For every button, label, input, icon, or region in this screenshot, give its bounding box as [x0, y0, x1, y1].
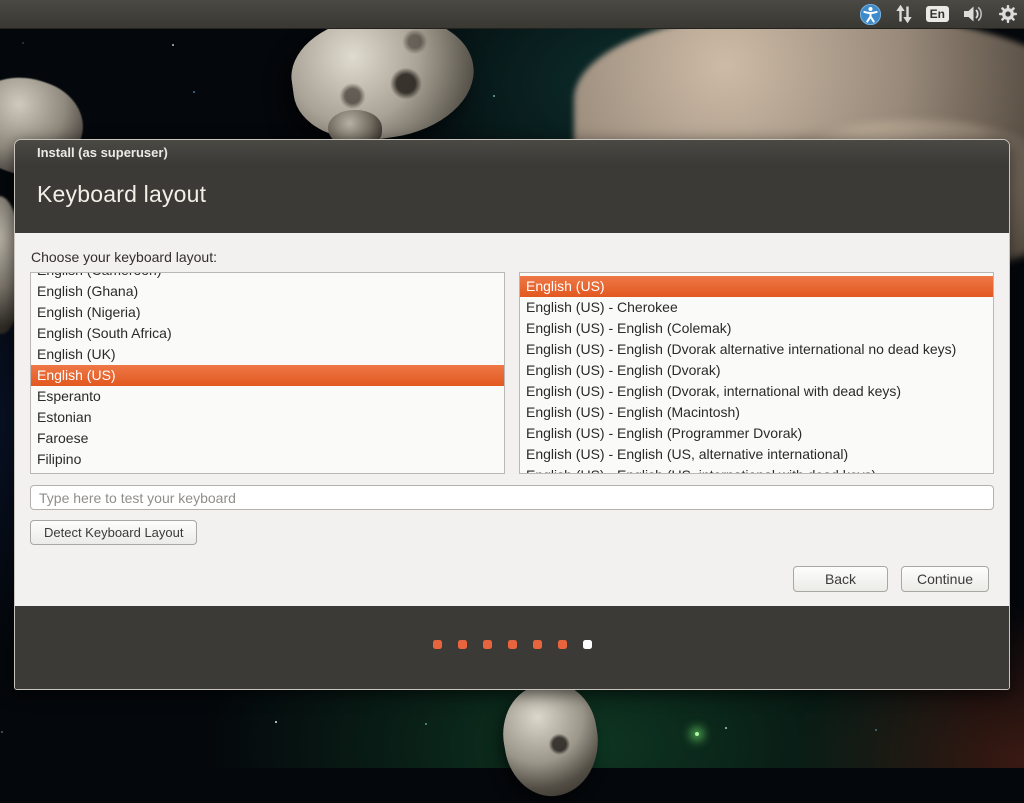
detect-keyboard-button[interactable]: Detect Keyboard Layout	[30, 520, 197, 545]
variant-option[interactable]: English (US) - English (US, internationa…	[520, 465, 993, 474]
back-button[interactable]: Back	[793, 566, 888, 592]
variant-list[interactable]: English (US)English (US) - CherokeeEngli…	[519, 272, 994, 474]
variant-option[interactable]: English (US) - English (Colemak)	[520, 318, 993, 339]
star-glow	[695, 732, 699, 736]
layout-option[interactable]: English (Cameroon)	[31, 272, 504, 281]
layout-option[interactable]: English (UK)	[31, 344, 504, 365]
variant-list-items: English (US)English (US) - CherokeeEngli…	[520, 273, 993, 474]
variant-option[interactable]: English (US) - Cherokee	[520, 297, 993, 318]
window-titlebar[interactable]: Install (as superuser)	[15, 140, 1009, 165]
star	[493, 95, 495, 97]
session-gear-icon[interactable]	[998, 0, 1018, 28]
layout-option[interactable]: English (Nigeria)	[31, 302, 504, 323]
keyboard-lists: English (Cameroon)English (Ghana)English…	[30, 272, 994, 474]
accessibility-icon[interactable]	[859, 0, 882, 28]
continue-button[interactable]: Continue	[901, 566, 989, 592]
keyboard-test-input[interactable]	[30, 485, 994, 510]
keyboard-arrows-icon[interactable]	[895, 0, 913, 28]
layout-option[interactable]: Filipino	[31, 449, 504, 470]
variant-option[interactable]: English (US) - English (Dvorak, internat…	[520, 381, 993, 402]
progress-dot-complete	[458, 640, 467, 649]
layout-option-selected[interactable]: English (US)	[31, 365, 504, 386]
layout-list[interactable]: English (Cameroon)English (Ghana)English…	[30, 272, 505, 474]
window-title: Install (as superuser)	[37, 145, 168, 160]
layout-option[interactable]: Estonian	[31, 407, 504, 428]
variant-option[interactable]: English (US) - English (Macintosh)	[520, 402, 993, 423]
layout-option[interactable]: English (Ghana)	[31, 281, 504, 302]
input-language-indicator[interactable]: En	[926, 0, 949, 28]
star	[172, 44, 174, 46]
variant-option-selected[interactable]: English (US)	[520, 276, 993, 297]
star	[1, 731, 3, 733]
page-title: Keyboard layout	[15, 165, 1009, 208]
star	[193, 91, 195, 93]
progress-dot-complete	[558, 640, 567, 649]
progress-dots	[15, 606, 1009, 649]
top-panel: En	[0, 0, 1024, 29]
language-label: En	[926, 6, 949, 22]
variant-option[interactable]: English (US) - English (Dvorak alternati…	[520, 339, 993, 360]
star	[725, 727, 727, 729]
page-content: Choose your keyboard layout: English (Ca…	[15, 233, 1009, 606]
progress-dot-current	[583, 640, 592, 649]
volume-icon[interactable]	[962, 0, 985, 28]
page-header: Keyboard layout	[15, 165, 1009, 233]
layout-list-items: English (Cameroon)English (Ghana)English…	[31, 272, 504, 474]
installer-window: Install (as superuser) Keyboard layout C…	[14, 139, 1010, 690]
layout-option[interactable]: Finnish	[31, 470, 504, 474]
choose-keyboard-label: Choose your keyboard layout:	[31, 249, 994, 265]
variant-option[interactable]: English (US) - English (US, alternative …	[520, 444, 993, 465]
progress-dot-complete	[533, 640, 542, 649]
detect-row: Detect Keyboard Layout	[30, 510, 994, 545]
system-tray: En	[859, 0, 1018, 28]
star	[22, 42, 24, 44]
variant-option[interactable]: English (US) - English (Dvorak)	[520, 360, 993, 381]
progress-dot-complete	[433, 640, 442, 649]
star	[875, 729, 877, 731]
layout-option[interactable]: Faroese	[31, 428, 504, 449]
layout-option[interactable]: English (South Africa)	[31, 323, 504, 344]
star	[275, 721, 277, 723]
star	[425, 723, 427, 725]
layout-option[interactable]: Esperanto	[31, 386, 504, 407]
progress-footer	[15, 606, 1009, 689]
progress-dot-complete	[483, 640, 492, 649]
variant-option[interactable]: English (US) - English (Programmer Dvora…	[520, 423, 993, 444]
progress-dot-complete	[508, 640, 517, 649]
navigation-buttons: Back Continue	[30, 566, 994, 592]
